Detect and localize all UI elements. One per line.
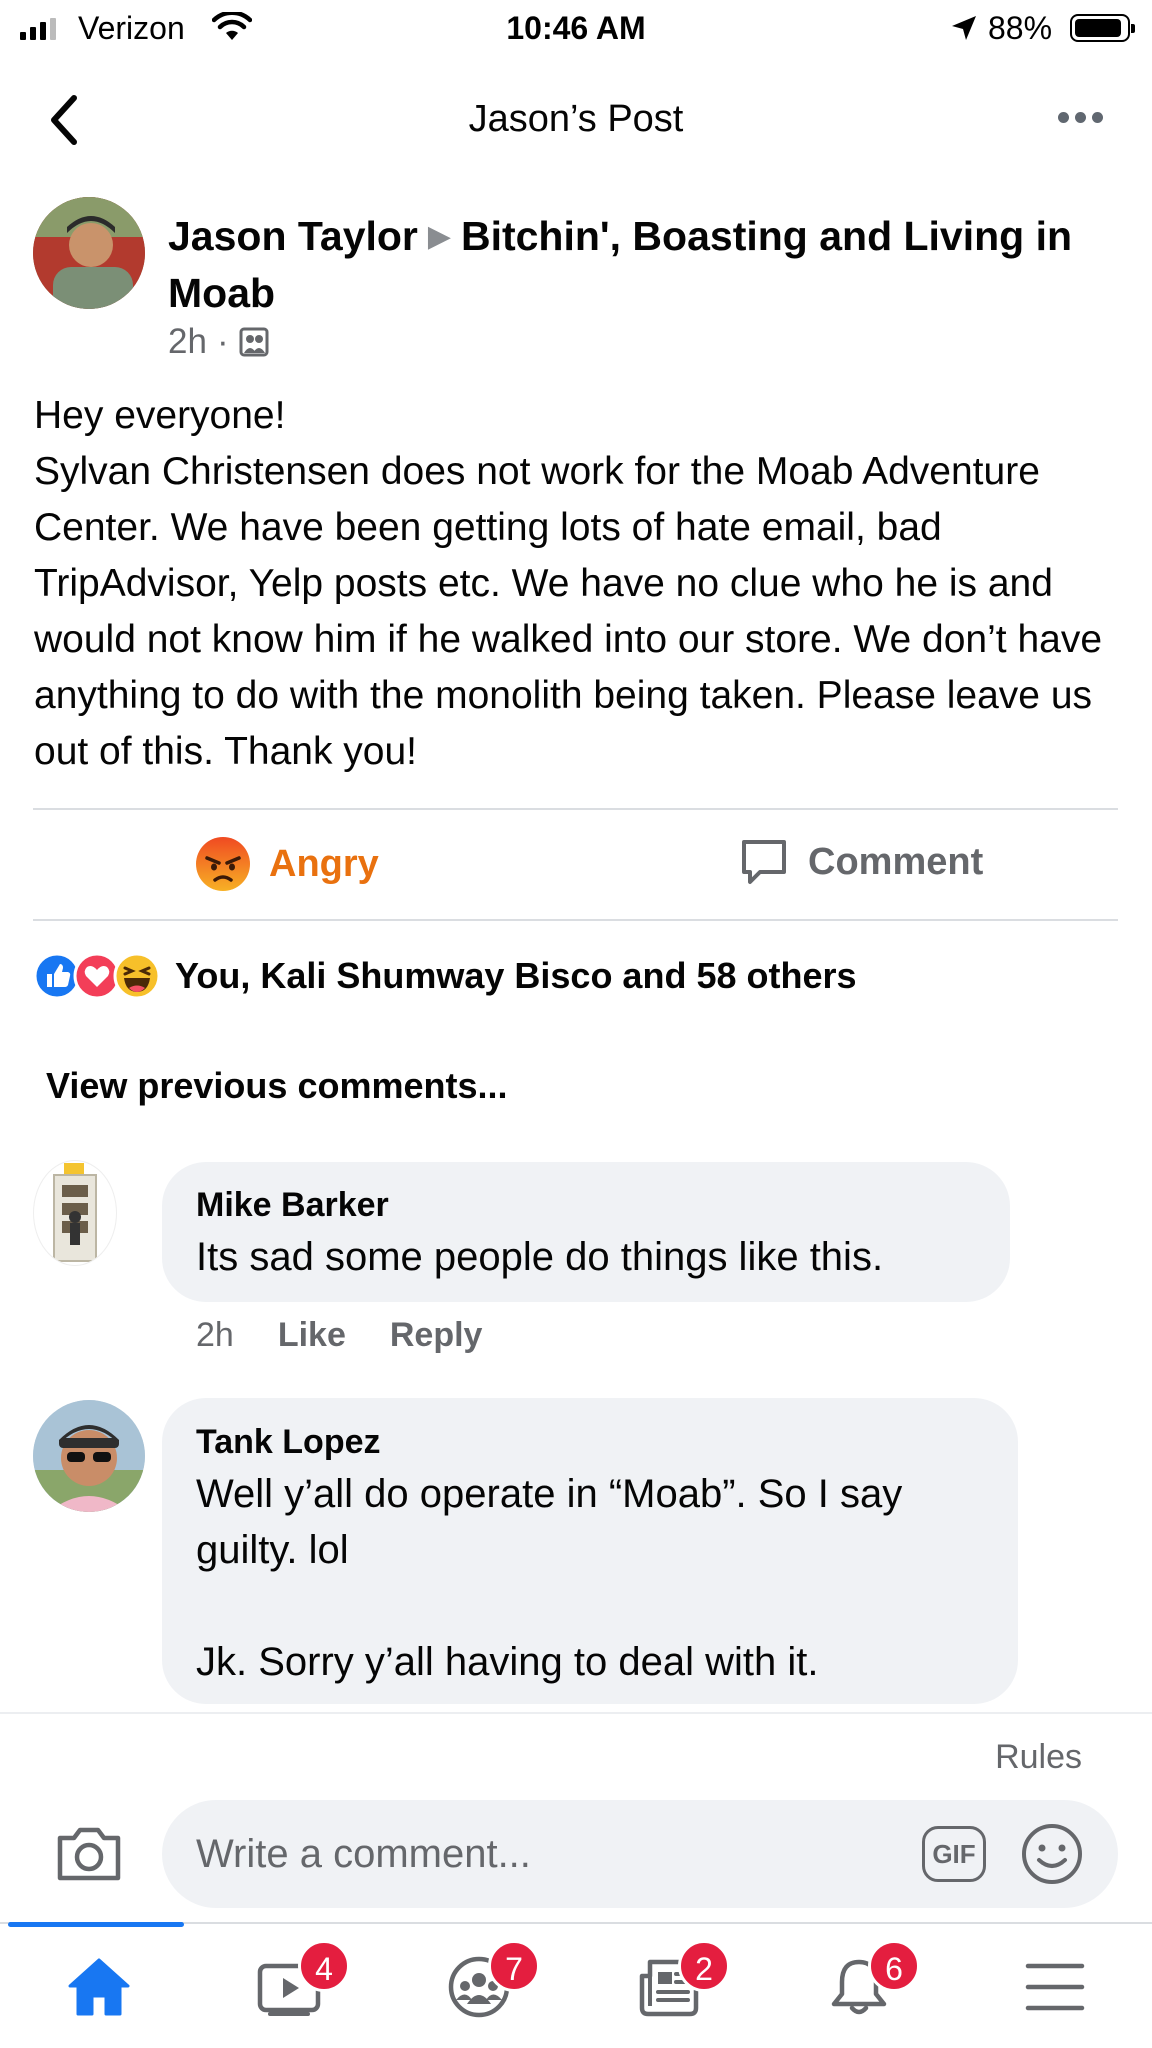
comment-meta: 2h Like Reply — [196, 1316, 482, 1355]
comment-text: Well y’all do operate in “Moab”. So I sa… — [196, 1472, 903, 1572]
rules-link[interactable]: Rules — [995, 1738, 1082, 1777]
post-time[interactable]: 2h — [168, 322, 207, 362]
meta-separator: · — [216, 322, 229, 361]
status-bar: Verizon 10:46 AM 88% — [0, 0, 1152, 58]
battery-percentage: 88% — [988, 10, 1053, 46]
nav-menu-tab[interactable] — [1000, 1940, 1110, 2040]
comment-button[interactable]: Comment — [738, 836, 983, 888]
post-author-line: Jason Taylor ▶ Bitchin', Boasting and Livi… — [168, 208, 1108, 321]
menu-icon — [1025, 1963, 1085, 2011]
view-previous-comments-link[interactable]: View previous comments... — [46, 1065, 508, 1107]
more-options-icon[interactable] — [1058, 112, 1103, 123]
gif-icon[interactable]: GIF — [922, 1826, 986, 1882]
location-arrow-icon — [952, 16, 976, 40]
reactions-summary[interactable]: You, Kali Shumway Bisco and 58 others — [33, 952, 857, 1000]
reaction-icons — [33, 952, 161, 1000]
home-icon — [68, 1958, 130, 2016]
emoji-icon[interactable] — [1020, 1822, 1084, 1886]
camera-icon[interactable] — [54, 1824, 124, 1884]
comment-label: Comment — [808, 840, 984, 883]
clock: 10:46 AM — [506, 10, 646, 46]
commenter-avatar[interactable] — [33, 1400, 145, 1512]
composer-divider — [0, 1712, 1152, 1714]
post-body-line: Hey everyone! — [34, 394, 286, 437]
commenter-name[interactable]: Mike Barker — [196, 1186, 389, 1225]
nav-watch-tab[interactable]: 4 — [234, 1940, 350, 2040]
nav-home-tab[interactable] — [44, 1940, 154, 2040]
comment-like-button[interactable]: Like — [278, 1316, 346, 1355]
notification-badge: 4 — [298, 1940, 350, 1992]
comment-time[interactable]: 2h — [196, 1316, 234, 1355]
haha-icon — [113, 952, 161, 1000]
nav-news-tab[interactable]: 2 — [614, 1940, 730, 2040]
angry-label: Angry — [269, 842, 379, 885]
divider — [33, 919, 1118, 921]
post-header-bar: Jason’s Post — [0, 72, 1152, 168]
active-tab-indicator — [8, 1922, 184, 1927]
author-name[interactable]: Jason Taylor — [168, 213, 418, 259]
post-body-paragraph: Sylvan Christensen does not work for the… — [34, 450, 1103, 773]
commenter-name[interactable]: Tank Lopez — [196, 1423, 381, 1462]
divider — [33, 808, 1118, 810]
author-avatar[interactable] — [33, 197, 145, 309]
angry-face-icon — [196, 837, 250, 891]
notification-badge: 6 — [868, 1940, 920, 1992]
post-meta: 2h · — [168, 322, 269, 362]
reactions-text: You, Kali Shumway Bisco and 58 others — [175, 955, 857, 996]
nav-groups-tab[interactable]: 7 — [424, 1940, 540, 2040]
battery-icon — [1070, 14, 1135, 42]
notification-badge: 2 — [678, 1940, 730, 1992]
comment-text: Its sad some people do things like this. — [196, 1235, 884, 1279]
notification-badge: 7 — [488, 1940, 540, 1992]
post-body: Hey everyone! Sylvan Christensen does no… — [34, 388, 1124, 780]
comment-reply-button[interactable]: Reply — [390, 1316, 483, 1355]
page-title: Jason’s Post — [468, 98, 684, 140]
angry-reaction-button[interactable]: Angry — [195, 836, 379, 892]
group-members-icon — [239, 327, 269, 357]
commenter-avatar[interactable] — [33, 1160, 117, 1266]
comment-text: Jk. Sorry y’all having to deal with it. — [196, 1640, 819, 1684]
arrow-right-icon: ▶ — [427, 220, 451, 253]
comment-bubble-icon — [742, 840, 786, 884]
nav-notifications-tab[interactable]: 6 — [804, 1940, 920, 2040]
